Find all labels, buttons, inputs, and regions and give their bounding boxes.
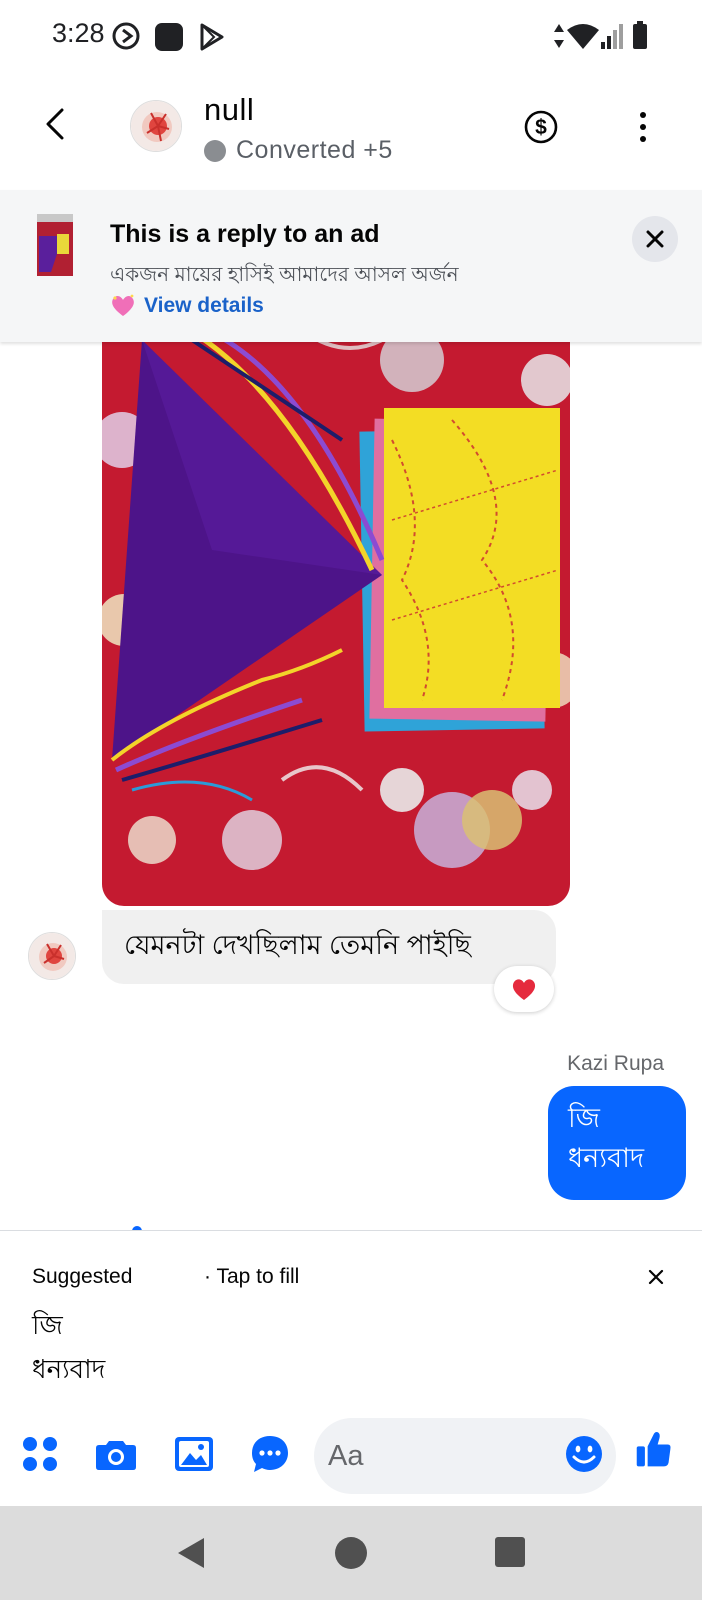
status-bar: 3:28 [0,0,702,72]
sparkling-heart-icon [112,294,134,316]
suggested-reply-text[interactable]: জি ধন্যবাদ [32,1303,105,1391]
sender-avatar[interactable] [28,932,76,980]
ad-reply-title: This is a reply to an ad [110,220,380,248]
back-arrow-icon[interactable] [36,102,76,146]
chat-bubble-icon[interactable] [250,1434,290,1474]
status-dot-icon [204,139,226,162]
heart-icon [512,979,536,1000]
ad-subtitle: একজন মায়ের হাসিই আমাদের আসল অর্জন [110,264,459,286]
message-composer [0,1410,702,1506]
contact-name[interactable]: null [204,92,254,128]
emoji-icon[interactable] [564,1434,604,1474]
contact-status-text: Converted +5 [236,136,393,164]
tap-to-fill-hint: · Tap to fill [204,1265,300,1288]
nav-home-icon[interactable] [334,1536,368,1570]
android-nav-bar [0,1506,702,1600]
dollar-icon[interactable]: $ [524,110,558,144]
conversation-header: null Converted +5 $ [0,72,702,190]
close-suggestion-icon[interactable] [646,1267,666,1287]
status-time: 3:28 [52,18,105,48]
play-store-icon [200,23,224,51]
fabric-photo [102,320,570,906]
close-icon [646,230,664,248]
contact-status: Converted +5 [204,136,393,165]
sender-name-label: Kazi Rupa [567,1052,664,1075]
notification-square-icon [155,23,183,51]
signal-icon [601,24,623,49]
sync-icon [112,22,140,50]
camera-icon[interactable] [96,1434,136,1474]
suggested-reply-panel: Suggested · Tap to fill জি ধন্যবাদ [0,1230,702,1410]
sent-message[interactable]: জি ধন্যবাদ [548,1086,686,1200]
ad-reply-banner: This is a reply to an ad একজন মায়ের হাস… [0,190,702,342]
gallery-icon[interactable] [174,1434,214,1474]
contact-avatar[interactable] [130,100,182,152]
svg-text:$: $ [535,116,547,139]
view-details-label: View details [144,294,264,317]
message-reaction[interactable] [494,966,554,1012]
data-arrows-icon [554,24,564,48]
suggested-label: Suggested [32,1265,133,1288]
nav-back-icon[interactable] [176,1536,206,1570]
thumbs-up-icon[interactable] [634,1430,674,1470]
more-vertical-icon[interactable] [630,110,656,144]
ad-thumbnail[interactable] [37,214,73,276]
ad-banner-close-button[interactable] [632,216,678,262]
apps-grid-icon[interactable] [20,1434,60,1474]
view-details-link[interactable]: View details [110,294,264,318]
received-message-text: যেমনটা দেখছিলাম তেমনি পাইছি [124,929,471,960]
wifi-icon [567,24,599,49]
sent-message-text: জি ধন্যবাদ [568,1103,645,1173]
nav-recents-icon[interactable] [494,1536,526,1568]
battery-icon [633,21,647,49]
photo-message[interactable] [102,320,570,906]
received-message[interactable]: যেমনটা দেখছিলাম তেমনি পাইছি [102,910,556,984]
